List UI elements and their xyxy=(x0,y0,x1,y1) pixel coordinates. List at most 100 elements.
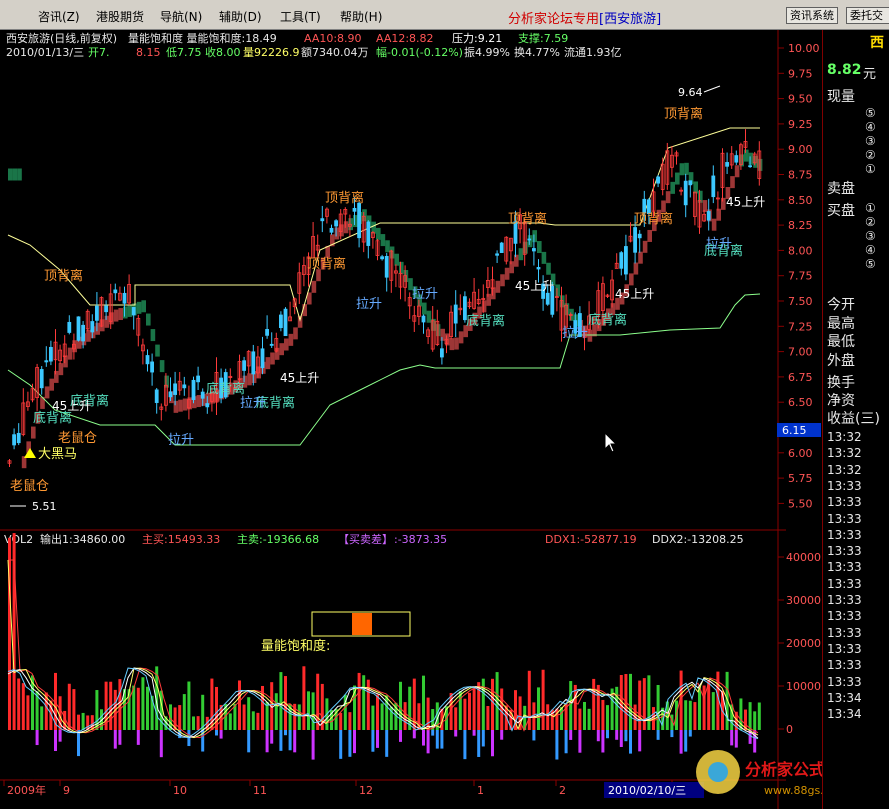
ribbon-segment xyxy=(109,312,114,325)
volume-bar xyxy=(711,692,715,730)
info-system-button[interactable]: 资讯系统 xyxy=(786,7,838,24)
volume-bar-negative xyxy=(569,730,573,740)
date-tick-label: 2 xyxy=(559,784,566,797)
volume-bar xyxy=(141,677,145,730)
volume-bar-negative xyxy=(601,730,605,753)
ribbon-segment xyxy=(274,347,280,360)
tick-time: 13:34 xyxy=(827,707,862,722)
ribbon-segment xyxy=(702,200,708,213)
candle-body xyxy=(90,321,95,333)
volume-bar xyxy=(541,669,545,730)
ribbon-segment xyxy=(136,301,142,314)
ribbon-segment xyxy=(270,352,275,365)
header-change: 幅-0.01(-0.12%) xyxy=(376,46,463,59)
volume-bar-negative xyxy=(215,730,218,736)
volume-bar-negative xyxy=(615,730,619,740)
annot-bottom-div-7: 底背离 xyxy=(206,381,245,397)
tick-time: 13:33 xyxy=(827,478,862,493)
menu-item-assist[interactable]: 辅助(D) xyxy=(219,8,262,25)
volume-bar-negative xyxy=(311,730,315,760)
header-aa12: AA12:8.82 xyxy=(376,32,434,45)
candle-body xyxy=(12,434,17,446)
ribbon-segment xyxy=(734,165,740,178)
volume-bar xyxy=(757,702,761,730)
volume-bar xyxy=(178,705,182,730)
annot-top-div-3: 顶背离 xyxy=(307,256,346,272)
ribbon-segment xyxy=(155,344,160,357)
annot-pullup-5: 拉升 xyxy=(562,326,588,341)
candle-body xyxy=(113,289,118,294)
forum-title: 分析家论坛专用[西安旅游] xyxy=(508,12,662,27)
cursor-price: 6.15 xyxy=(782,424,807,437)
high-marker-arrow xyxy=(703,85,721,93)
ribbon-segment xyxy=(362,209,367,222)
kline-chart[interactable]: 西安旅游(日线,前复权) 量能饱和度 量能饱和度:18.49 AA10:8.90… xyxy=(0,30,822,809)
price-tick-label: 8.75 xyxy=(788,169,813,182)
volume-bar xyxy=(132,685,136,730)
volume-bar xyxy=(642,678,646,730)
label-last-vol: 现量 xyxy=(827,89,855,105)
candle-body xyxy=(536,267,541,270)
label-turnover: 换手 xyxy=(827,375,855,391)
ribbon-segment xyxy=(63,355,68,368)
volume-bar xyxy=(468,692,471,730)
volume-bar-negative xyxy=(491,730,494,757)
volume-bar-negative xyxy=(265,730,269,753)
ribbon-segment xyxy=(661,200,666,213)
ribbon-segment xyxy=(642,240,648,253)
candle-body xyxy=(633,227,637,253)
ribbon-segment xyxy=(100,319,105,332)
candle-body xyxy=(200,391,205,399)
volume-bar-negative xyxy=(371,730,375,752)
vol-ddx2: DDX2:-13208.25 xyxy=(652,533,744,546)
candle-body xyxy=(532,248,536,252)
candle-body xyxy=(76,316,81,341)
volume-bar xyxy=(72,689,76,730)
volume-bar-negative xyxy=(279,730,283,751)
candle-body xyxy=(329,227,334,233)
volume-bars xyxy=(8,533,761,760)
volume-bar xyxy=(77,714,80,730)
ribbon-segment xyxy=(541,251,547,264)
menu-item-nav[interactable]: 导航(N) xyxy=(160,8,202,25)
candle-body xyxy=(39,369,44,389)
volume-bar xyxy=(463,698,467,730)
tick-time: 13:33 xyxy=(827,495,862,510)
annot-pullup-1: 拉升 xyxy=(168,433,194,448)
volume-bar xyxy=(247,697,251,730)
header-low: 低7.75 xyxy=(166,46,202,59)
menu-item-help[interactable]: 帮助(H) xyxy=(340,8,382,25)
volume-bar-negative xyxy=(435,730,439,749)
ribbon-segment xyxy=(297,315,303,328)
tick-time: 13:33 xyxy=(827,674,862,689)
volume-bar-negative xyxy=(113,730,117,749)
date-tick-label: 12 xyxy=(359,784,373,797)
candle-body xyxy=(499,242,504,253)
ribbon-segment xyxy=(288,333,294,346)
volume-tick-label: 40000 xyxy=(786,551,821,564)
candle-body xyxy=(734,155,739,163)
tick-time: 13:32 xyxy=(827,430,862,444)
mouse-cursor-icon xyxy=(604,432,618,453)
trade-button[interactable]: 委托交 xyxy=(846,7,889,24)
candle-body xyxy=(352,207,357,212)
candle-body xyxy=(748,165,752,168)
sell-level: ⑤ xyxy=(865,106,876,120)
volume-bar xyxy=(21,683,25,730)
ribbon-segment xyxy=(435,324,441,337)
volume-bar xyxy=(748,702,752,730)
menu-item-hk-futures[interactable]: 港股期货 xyxy=(96,8,144,25)
ribbon-segment xyxy=(371,221,376,234)
volume-bar-negative xyxy=(596,730,600,742)
ribbon-segment xyxy=(679,163,685,176)
price-unit: 元 xyxy=(863,67,877,82)
watermark: 分析家公式网 www.88gs.com xyxy=(696,750,822,797)
annot-top-div-2: 顶背离 xyxy=(325,190,364,206)
volume-bar-negative xyxy=(288,730,292,751)
buy-level: ② xyxy=(865,215,876,229)
candle-body xyxy=(320,218,325,222)
tick-time: 13:32 xyxy=(827,446,862,461)
menu-item-info[interactable]: 咨讯(Z) xyxy=(38,8,80,25)
ribbon-segment xyxy=(123,306,128,319)
menu-item-tools[interactable]: 工具(T) xyxy=(280,8,321,25)
